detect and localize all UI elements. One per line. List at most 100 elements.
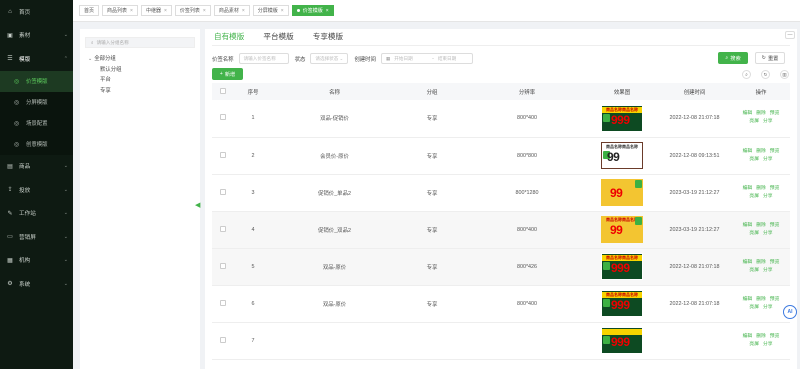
tab-6[interactable]: 价签模版 × <box>291 5 334 16</box>
edit-link[interactable]: 编辑 <box>743 223 753 228</box>
edit-link[interactable]: 编辑 <box>743 186 753 191</box>
share-link[interactable]: 分享 <box>763 268 773 273</box>
collapse-icon[interactable]: — <box>785 31 795 39</box>
sidebar-item-bottom-2[interactable]: ✎ 工作站 ⌄ <box>0 202 73 226</box>
table-row[interactable]: 1 双品-促销价 专享 800*400 商品名称商品名称 999 2022-12-08 21… <box>212 100 790 138</box>
close-icon[interactable]: × <box>281 8 284 14</box>
publish-link[interactable]: 亮屏 <box>749 119 759 124</box>
tab-5[interactable]: 分屏模版 × <box>252 5 289 16</box>
delete-link[interactable]: 删除 <box>756 260 766 265</box>
search-button[interactable]: ⌕ 搜索 <box>718 52 748 64</box>
edit-link[interactable]: 编辑 <box>743 334 753 339</box>
sidebar-item-bottom-3[interactable]: ▭ 营销屏 ⌄ <box>0 225 73 249</box>
sidebar-item-bottom-1[interactable]: ⇪ 投放 ⌄ <box>0 178 73 202</box>
sidebar-subitem-0[interactable]: ◎ 价签模版 <box>0 70 73 92</box>
publish-link[interactable]: 亮屏 <box>749 342 759 347</box>
preview-thumbnail[interactable]: 999 <box>601 327 643 354</box>
sidebar-item-bottom-0[interactable]: ▤ 商品 ⌄ <box>0 155 73 179</box>
table-row[interactable]: 5 双品-原价 专享 800*426 商品名称商品名称 999 2022-12-08 21:… <box>212 248 790 286</box>
delete-link[interactable]: 删除 <box>756 334 766 339</box>
close-icon[interactable]: × <box>130 8 133 14</box>
table-row[interactable]: 3 促销价_单品2 专享 800*1280 99 2023-03-19 21:12:27 编… <box>212 174 790 212</box>
sidebar-subitem-3[interactable]: ◎ 创意模版 <box>0 133 73 155</box>
tab-0[interactable]: 首页 <box>79 5 100 16</box>
row-checkbox[interactable] <box>220 114 226 121</box>
publish-link[interactable]: 亮屏 <box>749 157 759 162</box>
sidebar-item-0[interactable]: ⌂ 首页 <box>0 0 73 24</box>
search-toggle-icon[interactable]: ⌕ <box>742 70 751 79</box>
close-icon[interactable]: × <box>242 8 245 14</box>
row-checkbox[interactable] <box>220 188 226 195</box>
edit-link[interactable]: 编辑 <box>743 149 753 154</box>
preview-thumbnail[interactable]: 商品名称商品名称 999 <box>601 253 643 280</box>
preview-link[interactable]: 预览 <box>770 223 780 228</box>
share-link[interactable]: 分享 <box>763 119 773 124</box>
preview-link[interactable]: 预览 <box>770 297 780 302</box>
publish-link[interactable]: 亮屏 <box>749 268 759 273</box>
reset-button[interactable]: ↻ 重置 <box>755 52 785 64</box>
share-link[interactable]: 分享 <box>763 194 773 199</box>
table-row[interactable]: 4 促销价_双品2 专享 800*400 商品名称商品名称 99 2023-03-19 21… <box>212 211 790 249</box>
preview-link[interactable]: 预览 <box>770 111 780 116</box>
collapse-left-icon[interactable]: ◀ <box>195 201 200 209</box>
tree-node-platform[interactable]: 平台 <box>88 75 200 86</box>
refresh-icon[interactable]: ↻ <box>761 70 770 79</box>
tab-4[interactable]: 商品素材 × <box>213 5 250 16</box>
delete-link[interactable]: 删除 <box>756 111 766 116</box>
delete-link[interactable]: 删除 <box>756 223 766 228</box>
edit-link[interactable]: 编辑 <box>743 297 753 302</box>
tab-platform-templates[interactable]: 平台模版 <box>261 31 298 46</box>
sidebar-item-2[interactable]: ☰ 模版 ⌃ <box>0 47 73 71</box>
select-all-header[interactable] <box>212 83 234 100</box>
delete-link[interactable]: 删除 <box>756 149 766 154</box>
tab-exclusive-templates[interactable]: 专享模版 <box>311 31 348 46</box>
share-link[interactable]: 分享 <box>763 305 773 310</box>
close-icon[interactable]: × <box>164 8 167 14</box>
share-link[interactable]: 分享 <box>763 342 773 347</box>
delete-link[interactable]: 删除 <box>756 186 766 191</box>
preview-thumbnail[interactable]: 99 <box>601 179 643 206</box>
publish-link[interactable]: 亮屏 <box>749 194 759 199</box>
preview-thumbnail[interactable]: 商品名称商品名称 999 <box>601 104 643 132</box>
select-all-checkbox[interactable] <box>220 87 226 94</box>
row-checkbox[interactable] <box>220 336 226 343</box>
tab-own-templates[interactable]: 自有模版 <box>212 31 250 46</box>
tree-root[interactable]: ⌄ 全部分组 <box>88 54 200 65</box>
edit-link[interactable]: 编辑 <box>743 111 753 116</box>
preview-thumbnail[interactable]: 商品名称商品名称 99 <box>601 216 643 243</box>
tab-1[interactable]: 商品列表 × <box>102 5 138 16</box>
preview-link[interactable]: 预览 <box>770 334 780 339</box>
tree-node-exclusive[interactable]: 专享 <box>88 86 200 97</box>
tree-node-default[interactable]: 默认分组 <box>88 65 200 76</box>
sidebar-subitem-1[interactable]: ◎ 分屏模版 <box>0 91 73 113</box>
row-checkbox[interactable] <box>220 151 226 158</box>
close-icon[interactable]: × <box>326 8 329 14</box>
preview-thumbnail[interactable]: 商品名称商品名称 99 <box>601 142 643 169</box>
publish-link[interactable]: 亮屏 <box>749 305 759 310</box>
sidebar-item-bottom-4[interactable]: ▦ 机构 ⌄ <box>0 249 73 273</box>
sidebar-subitem-2[interactable]: ◎ 场景配置 <box>0 112 73 134</box>
group-search-input[interactable]: ⌕ 请输入分组名称 <box>85 37 195 48</box>
share-link[interactable]: 分享 <box>763 157 773 162</box>
tab-2[interactable]: 中继器 × <box>140 5 172 16</box>
close-icon[interactable]: × <box>203 8 206 14</box>
delete-link[interactable]: 删除 <box>756 297 766 302</box>
table-row[interactable]: 2 会员价-原价 专享 800*800 商品名称商品名称 99 2022-12-08 09:… <box>212 137 790 175</box>
add-button[interactable]: + 新增 <box>212 68 243 80</box>
row-checkbox[interactable] <box>220 225 226 232</box>
table-row[interactable]: 7 999 编辑 删除 预览 亮屏 分享 <box>212 322 790 360</box>
row-checkbox[interactable] <box>220 299 226 306</box>
preview-link[interactable]: 预览 <box>770 260 780 265</box>
date-range-input[interactable]: ▦ 开始日期 - 结束日期 <box>380 53 473 64</box>
preview-link[interactable]: 预览 <box>770 149 780 154</box>
name-filter-input[interactable]: 请输入价签名称 <box>238 53 289 64</box>
row-checkbox[interactable] <box>220 262 226 269</box>
ai-assistant-button[interactable]: AI <box>783 305 797 319</box>
share-link[interactable]: 分享 <box>763 231 773 236</box>
status-select[interactable]: 请选择状态 ⌄ <box>310 53 349 64</box>
edit-link[interactable]: 编辑 <box>743 260 753 265</box>
columns-icon[interactable]: ▥ <box>780 70 789 79</box>
preview-link[interactable]: 预览 <box>770 186 780 191</box>
sidebar-item-1[interactable]: ▣ 素材 ⌄ <box>0 24 73 48</box>
table-row[interactable]: 6 双品-原价 专享 800*400 商品名称商品名称 999 2022-12-08 21:… <box>212 285 790 323</box>
